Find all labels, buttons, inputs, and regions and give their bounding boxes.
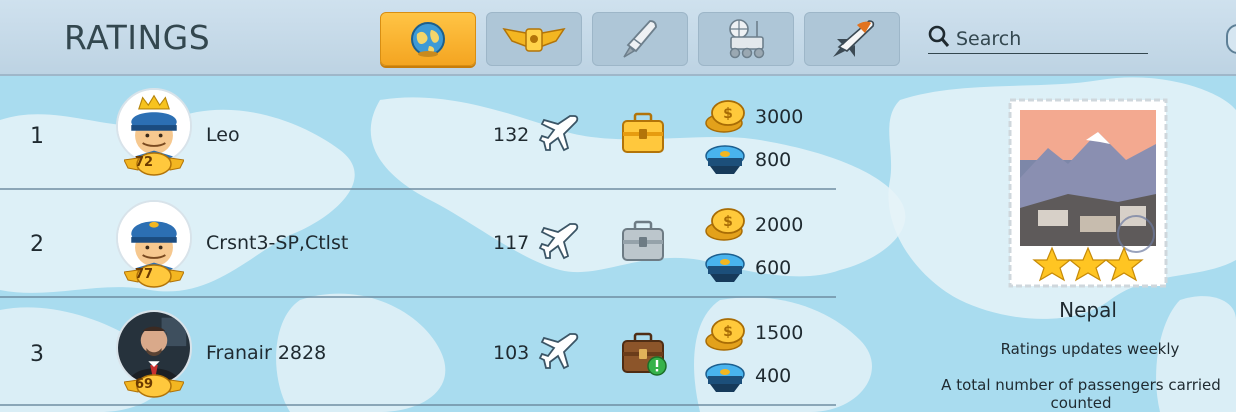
destination-name: Nepal: [1059, 298, 1117, 322]
player-name[interactable]: Crsnt3-SP,Ctlst: [206, 232, 348, 254]
player-name[interactable]: Franair 2828: [206, 342, 326, 364]
rank-number: 1: [30, 124, 44, 149]
gold-briefcase-icon: [622, 112, 664, 153]
weekly-update-note: Ratings updates weekly: [1000, 340, 1180, 358]
passengers-counted-note: A total number of passengers carried cou…: [941, 376, 1221, 412]
passengers-count: 103: [493, 342, 530, 364]
player-avatar[interactable]: 69: [114, 306, 194, 406]
passengers-count: 132: [493, 124, 530, 146]
rocket-icon: [623, 20, 657, 58]
pilot-cap-icon: [705, 363, 745, 392]
rating-row: 3 69 Franair 2828 103 $ 1500 400: [0, 298, 840, 406]
rank-number: 2: [30, 232, 44, 257]
tab-shuttles[interactable]: [804, 12, 900, 66]
airplane-icon: [538, 333, 579, 370]
svg-text:$: $: [723, 214, 733, 230]
rating-row: 2 77 Crsnt3-SP,Ctlst 117 $ 2000 600: [0, 190, 840, 298]
caps-reward: 800: [755, 149, 792, 171]
page-title: RATINGS: [64, 18, 211, 57]
level-value: 72: [134, 155, 154, 170]
svg-text:$: $: [723, 106, 733, 122]
tab-rockets[interactable]: [592, 12, 688, 66]
passengers-count: 117: [493, 232, 530, 254]
space-shuttle-icon: [833, 20, 875, 57]
coins-reward: 3000: [755, 106, 804, 128]
row-divider: [0, 404, 836, 406]
pilot-cap-icon: [705, 253, 745, 282]
silver-briefcase-icon: [622, 220, 664, 261]
level-value: 69: [134, 377, 154, 392]
player-avatar[interactable]: 77: [114, 196, 194, 296]
rating-row: 1 72 Leo 132 $ 3000 800: [0, 82, 840, 190]
pilot-wings-icon: [502, 27, 566, 52]
search-input[interactable]: [956, 26, 1146, 52]
airplane-icon: [538, 223, 579, 260]
coins-reward: 2000: [755, 214, 804, 236]
player-avatar[interactable]: 72: [114, 84, 194, 184]
destination-stamp: [1008, 98, 1168, 288]
caps-reward: 600: [755, 257, 792, 279]
level-value: 77: [134, 267, 154, 282]
bronze-briefcase-icon: [622, 332, 667, 376]
ratings-header: RATINGS: [0, 0, 1236, 76]
globe-icon: [411, 22, 445, 57]
coins-icon: $: [705, 318, 745, 351]
search-icon: [928, 25, 950, 47]
lunar-rover-icon: [729, 19, 765, 59]
coins-icon: $: [705, 208, 745, 241]
airplane-icon: [538, 115, 579, 152]
tab-rovers[interactable]: [698, 12, 794, 66]
caps-reward: 400: [755, 365, 792, 387]
coins-icon: $: [705, 100, 745, 133]
coins-reward: 1500: [755, 322, 804, 344]
pilot-cap-icon: [705, 145, 745, 174]
tab-pilots[interactable]: [486, 12, 582, 66]
edge-button[interactable]: [1226, 24, 1236, 54]
rank-number: 3: [30, 342, 44, 367]
tab-world[interactable]: [380, 12, 476, 66]
svg-text:$: $: [723, 324, 733, 340]
search-box[interactable]: [928, 24, 1148, 54]
player-name[interactable]: Leo: [206, 124, 240, 146]
